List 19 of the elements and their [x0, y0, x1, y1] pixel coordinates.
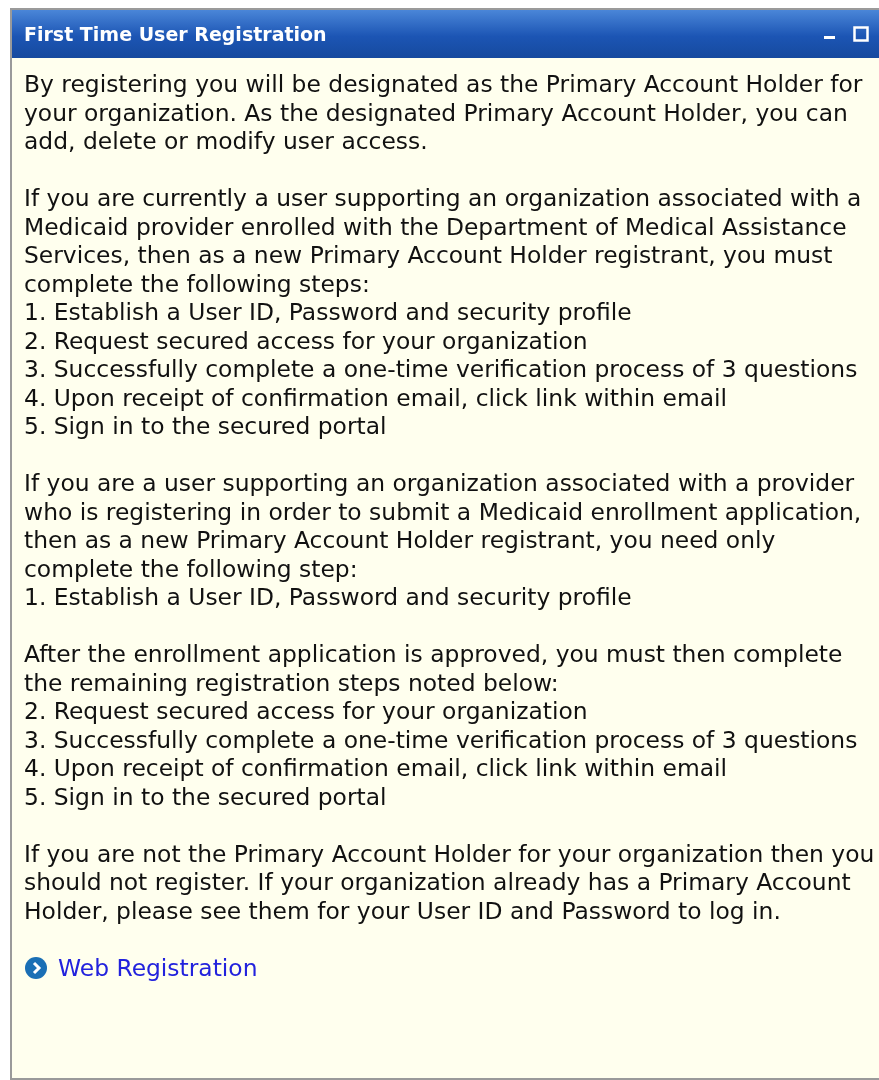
step-item: 4. Upon receipt of confirmation email, click link within email: [24, 754, 729, 783]
panel-title: First Time User Registration: [24, 23, 328, 45]
paragraph: After the enrollment application is approved, you must then complete the remaining registration steps noted below:: [24, 640, 844, 697]
step-item: 2. Request secured access for your organization: [24, 697, 589, 726]
step-item: 5. Sign in to the secured portal: [24, 412, 388, 441]
step-item: 1. Establish a User ID, Password and security profile: [24, 583, 633, 612]
paragraph: If you are a user supporting an organization associated with a provider who is registering in order to submit a Medicaid enrollment application, then as a new Primary Account Holder registrant, you need only complete the following step:: [24, 469, 863, 583]
step-item: 1. Establish a User ID, Password and security profile: [24, 298, 633, 327]
arrow-circle-icon: [24, 955, 48, 980]
paragraph: If you are currently a user supporting an organization associated with a Medicaid provider enrolled with the Department of Medical Assistance Services, then as a new Primary Account Holder registrant, you must complete the following steps:: [24, 184, 863, 298]
paragraph: If you are not the Primary Account Holder for your organization then you should not register. If your organization already has a Primary Account Holder, please see them for your User ID and Password to log in.: [24, 839, 875, 925]
maximize-icon[interactable]: [853, 26, 869, 42]
step-item: 3. Successfully complete a one-time verification process of 3 questions: [24, 355, 859, 384]
step-item: 5. Sign in to the secured portal: [24, 782, 388, 811]
step-item: 3. Successfully complete a one-time verification process of 3 questions: [24, 725, 859, 754]
step-item: 2. Request secured access for your organization: [24, 326, 589, 355]
step-item: 4. Upon receipt of confirmation email, click link within email: [24, 383, 729, 412]
paragraph: By registering you will be designated as the Primary Account Holder for your organization. As the designated Primary Account Holder, you can add, delete or modify user access.: [24, 70, 864, 156]
web-registration-link[interactable]: Web Registration: [58, 953, 258, 982]
